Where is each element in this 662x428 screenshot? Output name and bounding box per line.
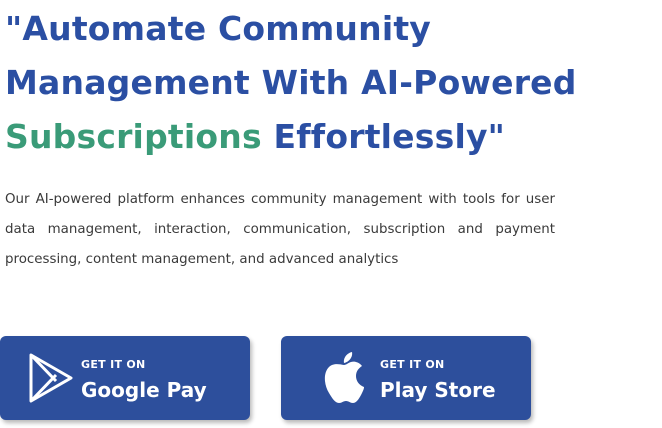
play-store-eyebrow: GET IT ON <box>380 358 445 371</box>
google-pay-label: Google Pay <box>81 378 207 402</box>
play-triangle-icon <box>29 353 73 403</box>
google-pay-eyebrow: GET IT ON <box>81 358 146 371</box>
hero-description: Our AI-powered platform enhances communi… <box>5 192 555 267</box>
hero-title-line-1: "Automate Community <box>5 9 432 48</box>
apple-icon <box>324 352 364 403</box>
google-pay-button[interactable]: GET IT ON Google Pay <box>0 336 250 420</box>
hero-title-accent: Subscriptions <box>5 117 262 156</box>
play-store-button[interactable]: GET IT ON Play Store <box>281 336 531 420</box>
hero-title-end: Effortlessly" <box>261 117 506 156</box>
play-store-label: Play Store <box>380 378 496 402</box>
hero-title-line-3: Subscriptions Effortlessly" <box>5 110 655 164</box>
hero-title-line-2: Management With AI-Powered <box>5 63 577 102</box>
hero-title: "Automate Community Management With AI-P… <box>5 2 655 164</box>
